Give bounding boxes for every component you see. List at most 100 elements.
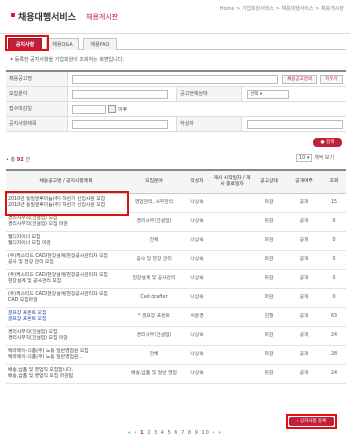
page-link[interactable]: 2 xyxy=(147,430,151,436)
table-cell: 공개 xyxy=(286,250,322,270)
row-title-secondary[interactable]: 웹디자이너 모집 마감 xyxy=(8,241,51,246)
row-title-secondary[interactable]: 경리사무직(건설업) 모집 마감 xyxy=(8,336,68,341)
row-field: Cad drafter xyxy=(140,294,168,300)
table-row[interactable]: 배송,납품 및 영업직 모집합니다. 배송,납품 및 영업직 모집 마감됨 배송,납… xyxy=(6,364,346,384)
row-title-secondary[interactable]: 배송,납품 및 영업직 모집 마감됨 xyxy=(8,374,73,379)
row-title-primary[interactable]: 골프장 프론트 모집 xyxy=(8,311,46,316)
table-row[interactable]: (주)케스티드 CAD/현장설계/현장공사관리자 모집 현장설계 및 공사관리 모… xyxy=(6,269,346,289)
row-field: * 골프장 프론트 xyxy=(138,313,170,319)
row-title-secondary[interactable]: 골프장 프론트 모집 xyxy=(8,317,46,322)
notice-bullet-icon: • xyxy=(10,57,14,63)
pager-next[interactable]: › » xyxy=(212,430,222,436)
row-views: 0 xyxy=(332,256,336,262)
pencil-icon: › xyxy=(296,419,299,424)
page-link[interactable]: 10 xyxy=(201,430,209,436)
company-clear-button[interactable]: 지우기 xyxy=(320,75,343,84)
table-row[interactable]: (주)케스티드 CAD/현장설계/현장공사관리자 모집 공사 및 현장 관리 모집… xyxy=(6,250,346,270)
table-cell: 경리사무직(건설업) 모집 경리사무직(건설업) 모집 마감 xyxy=(6,326,126,346)
perpage-value: 10 xyxy=(299,155,306,161)
page-link[interactable]: 9 xyxy=(195,430,199,436)
row-views: 28 xyxy=(330,351,338,357)
row-title-primary[interactable]: 경리사무직(건설업) 모집 xyxy=(8,216,57,221)
page-link[interactable]: 3 xyxy=(154,430,158,436)
pager-prev[interactable]: « ‹ xyxy=(128,430,138,436)
author-input[interactable] xyxy=(247,120,343,129)
title-input[interactable] xyxy=(72,120,168,129)
page-link[interactable]: 4 xyxy=(161,430,165,436)
table-cell: 나상숙 xyxy=(182,326,212,346)
table-cell: 나상숙 xyxy=(182,345,212,365)
chevron-down-icon: ▾ xyxy=(259,92,262,97)
company-search-button[interactable]: 채용공고검색 xyxy=(282,75,317,84)
table-cell: 63 xyxy=(322,307,346,327)
table-cell: 공개 xyxy=(286,364,322,384)
row-field: 전체 xyxy=(149,351,159,357)
page-link[interactable]: 6 xyxy=(174,430,178,436)
table-cell: 골프장 프론트 모집 골프장 프론트 모집 xyxy=(6,307,126,327)
row-status: 마감 xyxy=(264,351,274,357)
row-title-secondary[interactable]: 백마레이-식품(주) 노동 일반영업원... xyxy=(8,355,83,360)
row-author: 서윤경 xyxy=(190,313,204,319)
table-cell: 배송,납품 및 영업직 모집합니다. 배송,납품 및 영업직 모집 마감됨 xyxy=(6,364,126,384)
row-status: 마감 xyxy=(264,237,274,243)
row-title-primary[interactable]: 배송,납품 및 영업직 모집합니다. xyxy=(8,368,73,373)
row-title-primary[interactable]: 경리사무직(건설업) 모집 xyxy=(8,330,57,335)
table-cell: 마감 xyxy=(252,231,286,251)
table-cell: 전체 xyxy=(126,345,182,365)
table-row[interactable]: 골프장 프론트 모집 골프장 프론트 모집 * 골프장 프론트 서윤경 진행 공개 63 xyxy=(6,307,346,327)
perpage-select[interactable]: 10 ▾ xyxy=(296,154,313,162)
table-cell: 15 xyxy=(322,193,346,213)
row-author: 나상숙 xyxy=(190,256,204,262)
table-cell xyxy=(212,212,252,232)
row-field: 공사 및 현장 관리 xyxy=(136,256,172,262)
table-header-row: 채용공고명 / 공지사항제목 모집분야 작성자 게시 시작일자 / 게시 종료일… xyxy=(6,169,346,194)
chevron-down-icon: ▾ xyxy=(306,155,310,161)
row-title-primary[interactable]: 백마레이-식품(주) 노동 일반영업원 모집 xyxy=(8,349,89,354)
table-row[interactable]: 웹디자이너 모집 웹디자이너 모집 마감 전체 나상숙 마감 공개 0 xyxy=(6,231,346,251)
search-form: 채용공고명 채용공고검색 지우기 모집분야 공고현재상태 선택 ▾ 접수마감일 … xyxy=(6,70,346,132)
row-title-primary[interactable]: 웹디자이너 모집 xyxy=(8,235,40,240)
row-title-secondary[interactable]: 경리사무직(건설업) 모집 마감 xyxy=(8,222,68,227)
status-select[interactable]: 선택 ▾ xyxy=(247,90,289,99)
row-views: 0 xyxy=(332,237,336,243)
table-cell xyxy=(212,231,252,251)
page-link[interactable]: 7 xyxy=(181,430,185,436)
row-title-secondary[interactable]: 공사 및 현장 관리 모집 xyxy=(8,260,54,265)
row-field: 배송,납품 및 일반 영업 xyxy=(131,370,177,376)
row-status: 마감 xyxy=(264,199,274,205)
col-status: 공고상태 xyxy=(252,169,286,194)
table-row[interactable]: 경리사무직(건설업) 모집 경리사무직(건설업) 모집 마감 경리사무(건설업) 나상… xyxy=(6,326,346,346)
calendar-icon[interactable] xyxy=(108,105,116,113)
search-button[interactable]: ● 검색 xyxy=(313,138,342,147)
page-link[interactable]: 5 xyxy=(168,430,172,436)
row-views: 24 xyxy=(330,370,338,376)
row-title-secondary[interactable]: CAD 모집마감 xyxy=(8,298,38,303)
company-label: 채용공고명 xyxy=(6,72,68,86)
table-cell: 마감 xyxy=(252,364,286,384)
company-input[interactable] xyxy=(72,75,278,84)
pagination: « ‹ 1 2 3 4 5 6 7 8 9 10 › » xyxy=(0,430,350,436)
row-title-primary[interactable]: (주)케스티드 CAD/현장설계/현장공사관리자 모집 xyxy=(8,273,108,278)
table-cell: 나상숙 xyxy=(182,250,212,270)
row-status: 진행 xyxy=(264,313,274,319)
status-select-value: 선택 xyxy=(250,92,259,97)
table-cell: 마감 xyxy=(252,212,286,232)
table-cell xyxy=(212,307,252,327)
row-title-secondary[interactable]: 현장설계 및 공사관리 모집 xyxy=(8,279,61,284)
row-title-primary[interactable]: (주)케스티드 CAD/현장설계/현장공사관리자 모집 xyxy=(8,254,108,259)
tab-faq[interactable]: 채용FAQ xyxy=(83,38,117,50)
register-notice-button[interactable]: › 공지사항 등록 xyxy=(289,417,334,426)
field-label: 모집분야 xyxy=(6,87,68,101)
field-input[interactable] xyxy=(72,90,168,99)
table-row[interactable]: (주)케스티드 CAD/현장설계/현장공사관리자 모집 CAD 모집마감 Cad d… xyxy=(6,288,346,308)
page-link[interactable]: 1 xyxy=(140,430,144,436)
table-cell: (주)케스티드 CAD/현장설계/현장공사관리자 모집 CAD 모집마감 xyxy=(6,288,126,308)
row-author: 나상숙 xyxy=(190,237,204,243)
col-title: 채용공고명 / 공지사항제목 xyxy=(6,169,126,194)
col-author: 작성자 xyxy=(182,169,212,194)
tab-qna[interactable]: 채용Q&A xyxy=(46,38,79,50)
row-title-primary[interactable]: (주)케스티드 CAD/현장설계/현장공사관리자 모집 xyxy=(8,292,108,297)
date-input[interactable] xyxy=(72,105,106,114)
page-link[interactable]: 8 xyxy=(188,430,192,436)
table-row[interactable]: 백마레이-식품(주) 노동 일반영업원 모집 백마레이-식품(주) 노동 일반영업… xyxy=(6,345,346,365)
